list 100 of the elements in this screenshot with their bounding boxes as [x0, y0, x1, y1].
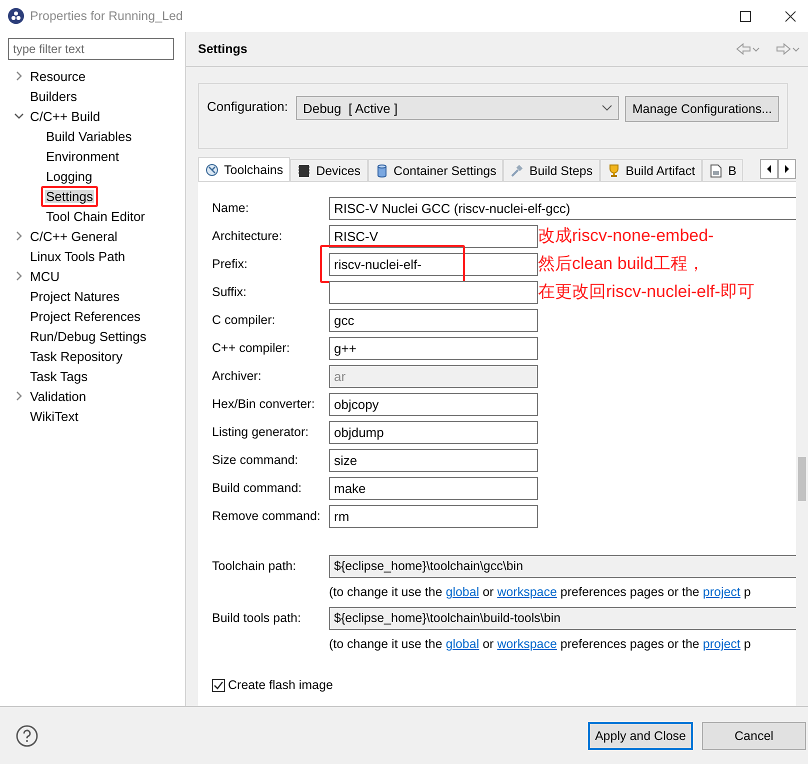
field-label: Build tools path:	[212, 611, 302, 625]
text-field[interactable]: size	[329, 448, 538, 472]
configuration-dropdown[interactable]: Debug [ Active ]	[296, 96, 620, 120]
tab[interactable]: B	[702, 159, 744, 181]
tree-item[interactable]: Settings	[41, 186, 98, 206]
tree-item[interactable]: Logging	[41, 166, 98, 186]
expanded-icon[interactable]	[14, 111, 24, 121]
hint-text: preferences pages or the	[559, 637, 700, 651]
document-icon	[709, 164, 724, 178]
path-field[interactable]: ${eclipse_home}\toolchain\gcc\bin	[329, 554, 796, 578]
field-label: C++ compiler:	[212, 341, 291, 355]
field-label: Prefix:	[212, 257, 248, 271]
tree-item[interactable]: Environment	[41, 146, 124, 166]
collapsed-icon[interactable]	[14, 231, 24, 241]
page-title: Settings	[198, 42, 248, 56]
hint-text: or	[482, 637, 495, 651]
cylinder-icon	[374, 164, 389, 178]
checkbox[interactable]	[212, 678, 225, 692]
app-logo-icon	[8, 8, 24, 24]
tree-item[interactable]: MCU	[25, 266, 65, 286]
maximize-icon[interactable]	[740, 10, 751, 22]
tab[interactable]: Build Steps	[503, 159, 600, 181]
dialog-button[interactable]: Cancel	[702, 722, 806, 750]
field-label: Listing generator:	[212, 425, 310, 439]
tab[interactable]: Toolchains	[198, 157, 290, 181]
tree-item[interactable]: Linux Tools Path	[25, 246, 130, 266]
text-field[interactable]: g++	[329, 336, 538, 360]
tree-item[interactable]: Resource	[25, 66, 91, 86]
field-label: Toolchain path:	[212, 559, 298, 573]
text-field[interactable]: rm	[329, 504, 538, 528]
dialog-button[interactable]: Apply and Close	[588, 722, 693, 750]
collapsed-icon[interactable]	[14, 391, 24, 401]
field-label: Build command:	[212, 481, 303, 495]
hint-text: (to change it use the	[329, 585, 444, 599]
tree-item[interactable]: Run/Debug Settings	[25, 326, 152, 346]
field-label: Name:	[212, 201, 250, 215]
tree-item[interactable]: Validation	[25, 386, 92, 406]
forward-icon[interactable]	[776, 43, 800, 55]
tree-item[interactable]: Task Repository	[25, 346, 128, 366]
field-label: C compiler:	[212, 313, 276, 327]
left-triangle-icon	[766, 165, 772, 173]
tab[interactable]: Build Artifact	[600, 159, 702, 181]
hint-text: (to change it use the	[329, 637, 444, 651]
scroll-right-button[interactable]	[778, 159, 796, 179]
filter-field[interactable]: type filter text	[8, 38, 174, 60]
text-field[interactable]: RISC-V	[329, 224, 538, 248]
tree-item[interactable]: C/C++ Build	[25, 106, 106, 126]
field-label: Hex/Bin converter:	[212, 397, 316, 411]
text-field[interactable]	[329, 280, 538, 304]
preferences-link[interactable]: global	[446, 637, 480, 651]
path-field[interactable]: ${eclipse_home}\toolchain\build-tools\bin	[329, 606, 796, 630]
hint-text: preferences pages or the	[559, 585, 700, 599]
hammer-icon	[510, 164, 524, 178]
manage-configurations-button[interactable]: Manage Configurations...	[625, 96, 779, 122]
tree-item[interactable]: Tool Chain Editor	[41, 206, 150, 226]
text-field[interactable]: make	[329, 476, 538, 500]
back-icon[interactable]	[736, 43, 760, 55]
field-label: Architecture:	[212, 229, 284, 243]
close-icon[interactable]	[785, 10, 796, 22]
collapsed-icon[interactable]	[14, 71, 24, 81]
annotation-text: 在更改回riscv-nuclei-elf-即可	[538, 281, 754, 303]
hint-text: p	[742, 637, 751, 651]
preferences-link[interactable]: workspace	[497, 585, 557, 599]
configuration-label: Configuration:	[207, 98, 288, 116]
help-icon[interactable]	[16, 724, 38, 746]
text-field[interactable]: riscv-nuclei-elf-	[329, 252, 538, 276]
trophy-icon	[606, 164, 621, 178]
scrollbar-thumb[interactable]	[798, 457, 806, 501]
tree-item[interactable]: C/C++ General	[25, 226, 122, 246]
text-field[interactable]: objcopy	[329, 392, 538, 416]
preferences-link[interactable]: workspace	[497, 637, 557, 651]
window-title: Properties for Running_Led	[30, 9, 184, 23]
tree-item[interactable]: Builders	[25, 86, 82, 106]
text-field[interactable]: gcc	[329, 308, 538, 332]
preferences-link[interactable]: global	[446, 585, 480, 599]
tree-item[interactable]: Project Natures	[25, 286, 125, 306]
checkbox-label: Create flash image	[228, 678, 333, 692]
field-label: Suffix:	[212, 285, 248, 299]
field-label: Archiver:	[212, 369, 262, 383]
tree-item[interactable]: WikiText	[25, 406, 84, 426]
tree-item[interactable]: Project References	[25, 306, 146, 326]
text-field[interactable]: RISC-V Nuclei GCC (riscv-nuclei-elf-gcc)	[329, 196, 796, 220]
tree-item[interactable]: Task Tags	[25, 366, 93, 386]
tab[interactable]: Devices	[290, 159, 368, 181]
field-label: Remove command:	[212, 509, 322, 523]
annotation-text: 改成riscv-none-embed-	[538, 225, 715, 247]
preferences-link[interactable]: project	[702, 637, 740, 651]
chevron-down-icon	[602, 105, 612, 111]
text-field[interactable]: objdump	[329, 420, 538, 444]
hint-text: or	[482, 585, 495, 599]
annotation-text: 然后clean build工程，	[538, 253, 706, 275]
scroll-left-button[interactable]	[760, 159, 778, 179]
hint-text: p	[742, 585, 751, 599]
chip-icon	[297, 164, 312, 178]
right-triangle-icon	[784, 165, 790, 173]
tree-item[interactable]: Build Variables	[41, 126, 137, 146]
field-label: Size command:	[212, 453, 300, 467]
collapsed-icon[interactable]	[14, 271, 24, 281]
tab[interactable]: Container Settings	[368, 159, 504, 181]
preferences-link[interactable]: project	[702, 585, 740, 599]
